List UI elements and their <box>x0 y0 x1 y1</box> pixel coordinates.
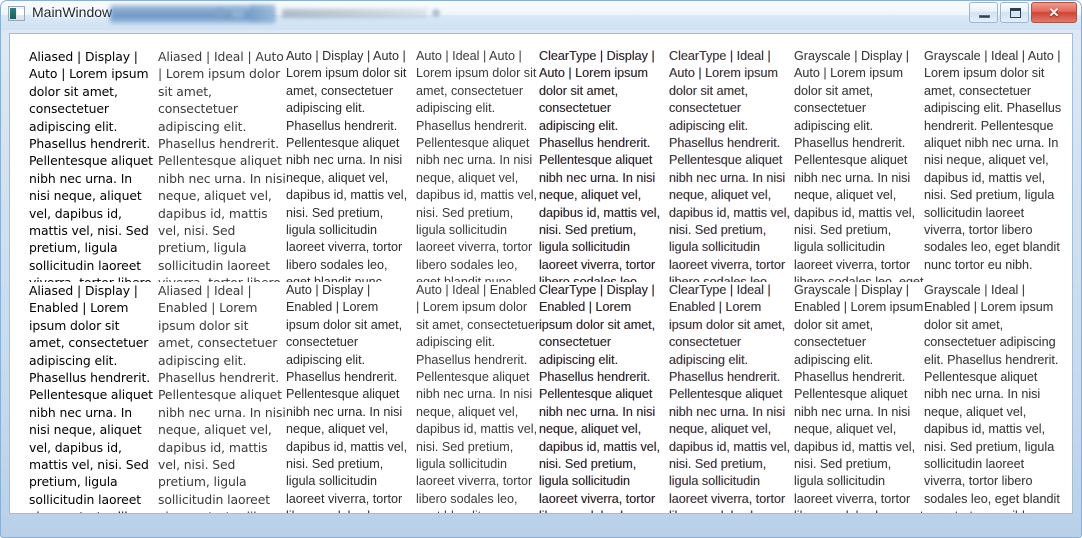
sample-row-enabled: Aliased | Display | Enabled | Lorem ipsu… <box>10 282 1072 513</box>
sample-cell-cleartype-ideal-auto: ClearType | Ideal | Auto | Lorem ipsum d… <box>669 49 791 282</box>
title-bar-overlay-ghost-text <box>282 9 427 18</box>
sample-cell-aliased-display-auto: Aliased | Display | Auto | Lorem ipsum d… <box>29 49 153 282</box>
title-bar-overlay-dot <box>215 8 225 18</box>
sample-row-auto: Aliased | Display | Auto | Lorem ipsum d… <box>10 48 1072 282</box>
application-icon <box>8 6 25 21</box>
sample-cell-grayscale-display-enabled: Grayscale | Display | Enabled | Lorem ip… <box>794 283 924 513</box>
title-bar-overlay-block <box>232 8 244 18</box>
maximize-button[interactable] <box>1000 2 1029 23</box>
minimize-icon <box>979 15 990 18</box>
sample-cell-grayscale-ideal-auto: Grayscale | Ideal | Auto | Lorem ipsum d… <box>924 49 1062 272</box>
sample-cell-cleartype-display-enabled: ClearType | Display | Enabled | Lorem ip… <box>539 283 661 513</box>
window-title: MainWindow <box>32 4 113 20</box>
close-button[interactable]: ✕ <box>1031 2 1077 23</box>
sample-cell-auto-ideal-enabled: Auto | Ideal | Enabled | Lorem ipsum dol… <box>416 283 540 513</box>
caption-buttons: ✕ <box>967 2 1077 23</box>
close-icon: ✕ <box>1048 5 1060 20</box>
sample-cell-aliased-ideal-enabled: Aliased | Ideal | Enabled | Lorem ipsum … <box>158 283 286 513</box>
sample-cell-aliased-ideal-auto: Aliased | Ideal | Auto | Lorem ipsum dol… <box>158 49 286 282</box>
sample-cell-grayscale-ideal-enabled: Grayscale | Ideal | Enabled | Lorem ipsu… <box>924 283 1060 513</box>
sample-grid: Aliased | Display | Auto | Lorem ipsum d… <box>10 34 1072 513</box>
sample-cell-cleartype-ideal-enabled: ClearType | Ideal | Enabled | Lorem ipsu… <box>669 283 791 513</box>
maximize-icon <box>1010 8 1021 18</box>
sample-cell-cleartype-display-auto: ClearType | Display | Auto | Lorem ipsum… <box>539 49 661 282</box>
sample-cell-auto-ideal-auto: Auto | Ideal | Auto | Lorem ipsum dolor … <box>416 49 538 282</box>
client-area: Aliased | Display | Auto | Lorem ipsum d… <box>9 33 1073 514</box>
sample-cell-auto-display-auto: Auto | Display | Auto | Lorem ipsum dolo… <box>286 49 408 282</box>
title-bar-overlay-ghost-dot <box>432 9 440 17</box>
sample-cell-grayscale-display-auto: Grayscale | Display | Auto | Lorem ipsum… <box>794 49 924 282</box>
title-bar[interactable]: MainWindow ✕ <box>0 0 1082 29</box>
sample-cell-aliased-display-enabled: Aliased | Display | Enabled | Lorem ipsu… <box>29 283 153 513</box>
title-bar-overlay-bar <box>250 6 274 21</box>
sample-cell-auto-display-enabled: Auto | Display | Enabled | Lorem ipsum d… <box>286 283 408 513</box>
main-window: MainWindow ✕ Aliased | Display | Auto | … <box>0 0 1082 538</box>
minimize-button[interactable] <box>969 2 998 23</box>
